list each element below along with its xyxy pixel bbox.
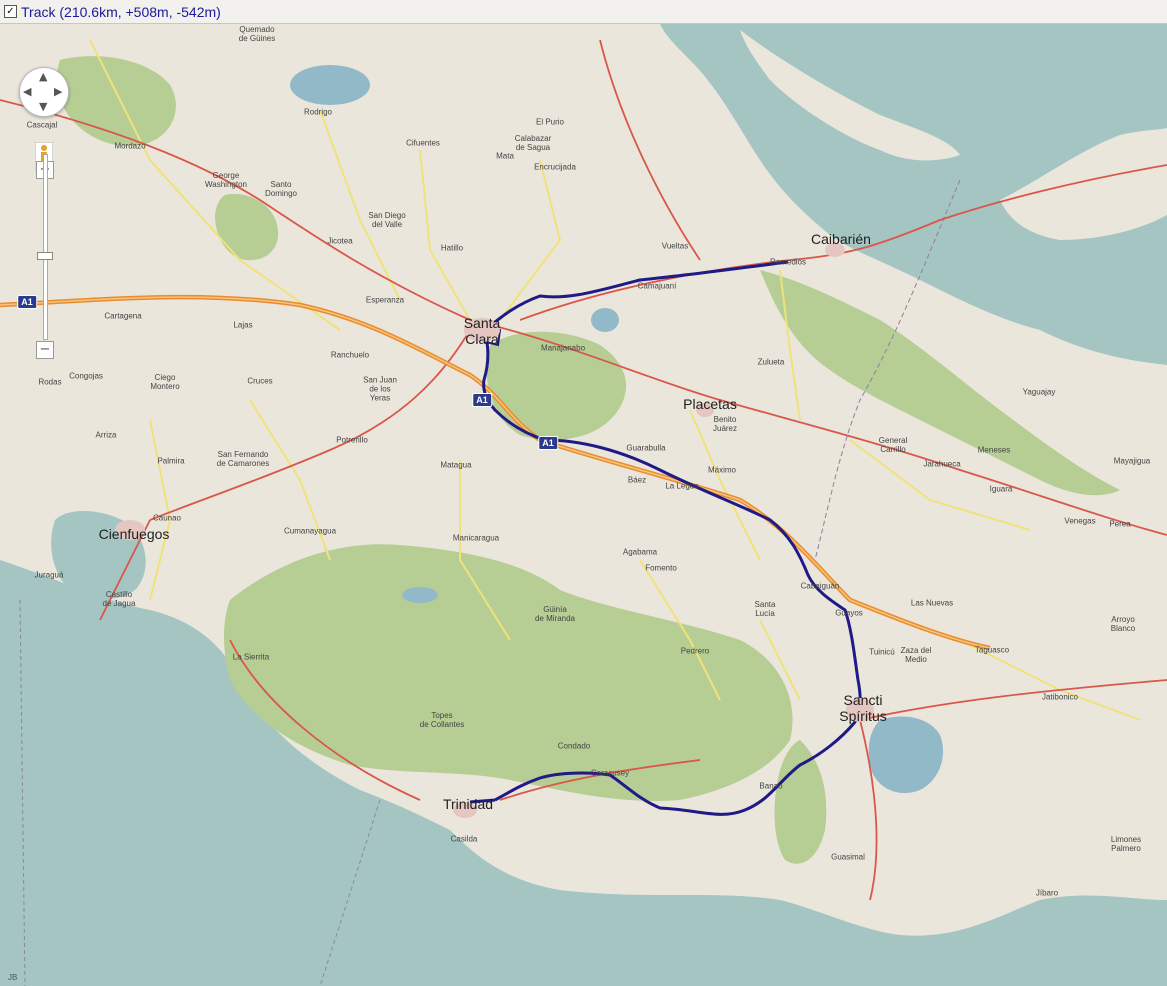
pan-right-icon[interactable]: ▶ (54, 85, 62, 98)
place-pedrero: Pedrero (680, 646, 710, 656)
place-trinidad: Trinidad (442, 796, 494, 812)
place-fomento: Fomento (645, 563, 677, 573)
place-remedios: Remedios (769, 257, 807, 267)
place-lajas: Lajas (233, 320, 253, 330)
map-credit: JB (8, 973, 18, 982)
place-baez: Báez (627, 475, 647, 485)
place-rodas: Rodas (38, 377, 62, 387)
place-vueltas: Vueltas (661, 241, 689, 251)
track-toggle-bar[interactable]: ✓ Track (210.6km, +508m, -542m) (0, 0, 1167, 24)
place-maximo: Máximo (707, 465, 737, 475)
place-cifuentes: Cifuentes (406, 138, 440, 148)
place-san-diego: San Diego del Valle (368, 211, 406, 229)
place-ranchuelo: Ranchuelo (330, 350, 370, 360)
pan-control[interactable]: ▲ ▼ ◀ ▶ (19, 67, 69, 117)
place-caibarien: Caibarién (811, 231, 871, 247)
pan-up-icon[interactable]: ▲ (39, 70, 47, 83)
place-casilda: Casilda (450, 834, 478, 844)
place-calabazar: Calabazar de Sagua (514, 134, 552, 152)
pan-left-icon[interactable]: ◀ (23, 85, 31, 98)
place-san-fernando: San Fernando de Camarones (216, 450, 270, 468)
place-palmira: Palmira (157, 456, 185, 466)
place-rodrigo: Rodrigo (303, 107, 333, 117)
place-mayajigua: Mayajigua (1113, 456, 1151, 466)
track-summary-label: Track (210.6km, +508m, -542m) (21, 3, 221, 20)
place-iguara: Iguara (989, 484, 1013, 494)
place-guayos: Guayos (835, 608, 863, 618)
place-benito-juarez: Benito Juárez (712, 415, 738, 433)
place-arriza: Arriza (95, 430, 117, 440)
place-cumanayagua: Cumanayagua (283, 526, 337, 536)
place-san-juan: San Juan de los Yeras (363, 375, 397, 403)
zoom-slider-track[interactable] (43, 154, 48, 340)
place-jatibonico: Jatibonico (1041, 692, 1079, 702)
place-el-purio: El Purio (535, 117, 565, 127)
place-mordazo: Mordazo (114, 141, 146, 151)
place-cartagena: Cartagena (104, 311, 142, 321)
place-jarahueca: Jarahueca (923, 459, 961, 469)
place-condado: Condado (557, 741, 591, 751)
place-banao: Banao (759, 781, 783, 791)
place-la-sierrita: La Sierrita (232, 652, 270, 662)
alacranes-reservoir (290, 65, 370, 105)
place-santa-clara: Santa Clara (463, 315, 501, 347)
place-encrucijada: Encrucijada (534, 162, 576, 172)
place-jibaro: Jíbaro (1035, 888, 1059, 898)
place-meneses: Meneses (977, 445, 1011, 455)
place-santa-lucia: Santa Lucía (754, 600, 776, 618)
place-mata: Mata (496, 151, 514, 161)
central-lake (591, 308, 619, 332)
map-base-layer (0, 24, 1167, 986)
map-canvas[interactable]: Quemado de Güines Cascajal Mordazo Rodri… (0, 24, 1167, 986)
place-manajanabo: Manajanabo (540, 343, 586, 353)
place-guinia: Güinía de Miranda (534, 605, 576, 623)
place-topes: Topes de Collantes (419, 711, 465, 729)
place-jicotea: Jicotea (327, 236, 353, 246)
a1-shield-guarabulla: A1 (538, 436, 558, 450)
place-yaguajay: Yaguajay (1022, 387, 1056, 397)
place-venegas: Venegas (1064, 516, 1096, 526)
place-george-washington: George Washington (205, 171, 247, 189)
place-guasimal: Guasimal (831, 852, 865, 862)
place-limones: Limones Palmero (1110, 835, 1142, 853)
place-sancti-spiritus: Sancti Spíritus (839, 692, 887, 724)
place-esperanza: Esperanza (365, 295, 405, 305)
place-matagua: Matagua (440, 460, 472, 470)
place-manicaragua: Manicaragua (452, 533, 500, 543)
track-checkbox[interactable]: ✓ (4, 5, 17, 18)
zoom-out-button[interactable]: − (36, 341, 54, 359)
place-general-carrillo: General Carrillo (878, 436, 908, 454)
hanabanilla-lake (402, 587, 438, 603)
place-cruces: Cruces (247, 376, 273, 386)
place-cascajal: Cascajal (26, 120, 58, 130)
place-zulueta: Zulueta (757, 357, 785, 367)
place-ciego-montero: Ciego Montero (150, 373, 180, 391)
pan-down-icon[interactable]: ▼ (39, 100, 47, 113)
place-caracusey: Caracusey (590, 768, 630, 778)
zoom-slider-handle[interactable] (37, 252, 53, 260)
place-santo-domingo: Santo Domingo (264, 180, 298, 198)
place-guarabulla: Guarabulla (626, 443, 666, 453)
place-arroyo-blanco: Arroyo Blanco (1110, 615, 1136, 633)
place-camajuani: Camajuaní (637, 281, 677, 291)
place-las-nuevas: Las Nuevas (910, 598, 954, 608)
place-hatillo: Hatillo (440, 243, 464, 253)
a1-shield-west: A1 (17, 295, 37, 309)
place-congojas: Congojas (69, 371, 103, 381)
place-agabama: Agabama (622, 547, 658, 557)
place-tuinicu: Tuinicú (869, 647, 895, 657)
place-potrerillo: Potrerillo (336, 435, 368, 445)
place-cabaiguan: Cabaiguán (800, 581, 840, 591)
place-la-legua: La Legua (665, 481, 699, 491)
place-castillo: Castillo de Jagua (102, 590, 136, 608)
place-caunao: Caunao (152, 513, 182, 523)
place-placetas: Placetas (683, 396, 737, 412)
place-cienfuegos: Cienfuegos (98, 526, 170, 542)
place-quemado: Quemado de Güines (238, 25, 276, 43)
a1-shield-santa-clara: A1 (472, 393, 492, 407)
place-zaza: Zaza del Medio (900, 646, 932, 664)
place-juragua: Juraguá (34, 570, 64, 580)
place-perea: Perea (1109, 519, 1131, 529)
place-taguasco: Taguasco (974, 645, 1010, 655)
